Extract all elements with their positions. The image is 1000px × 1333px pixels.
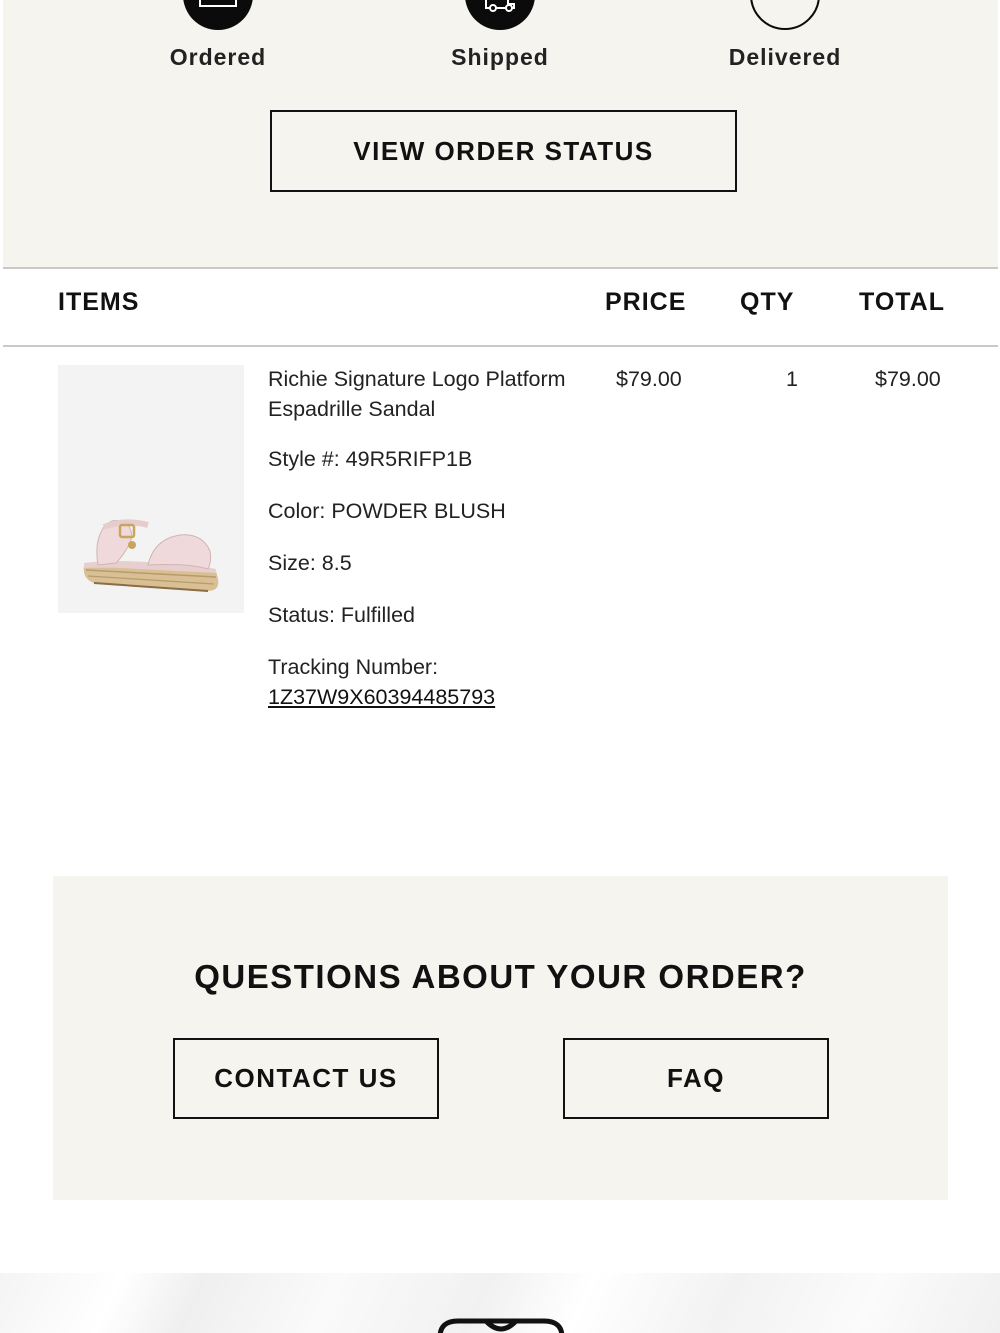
item-total: $79.00 xyxy=(875,367,941,391)
step-label: Shipped xyxy=(451,44,549,70)
divider xyxy=(3,267,998,269)
tracking-label: Tracking Number: xyxy=(268,655,439,679)
faq-button[interactable]: FAQ xyxy=(563,1038,829,1119)
footer-banner xyxy=(0,1273,1000,1333)
sandal-image xyxy=(83,519,219,592)
step-label: Delivered xyxy=(728,44,842,70)
circle-outline-icon xyxy=(750,0,820,30)
contact-us-button[interactable]: CONTACT US xyxy=(173,1038,439,1119)
tracking-number-link[interactable]: 1Z37W9X60394485793 xyxy=(268,682,568,712)
item-details: Richie Signature Logo Platform Espadrill… xyxy=(268,364,568,712)
item-qty: 1 xyxy=(786,367,798,391)
questions-title: QUESTIONS ABOUT YOUR ORDER? xyxy=(194,958,807,995)
divider xyxy=(3,345,998,347)
box-icon xyxy=(183,0,253,30)
product-image[interactable] xyxy=(58,365,244,613)
step-label: Ordered xyxy=(169,44,267,70)
header-total: TOTAL xyxy=(859,288,946,316)
size-value: Size: 8.5 xyxy=(268,551,352,575)
brand-logo-icon[interactable] xyxy=(436,1317,566,1333)
truck-icon xyxy=(465,0,535,30)
order-tracker: Ordered Shipped Delivered VIEW ORDER STA… xyxy=(3,0,998,267)
header-items: ITEMS xyxy=(58,288,140,316)
header-qty: QTY xyxy=(740,288,795,316)
color-value: Color: POWDER BLUSH xyxy=(268,499,506,523)
style-number: Style #: 49R5RIFP1B xyxy=(268,447,473,471)
questions-panel: QUESTIONS ABOUT YOUR ORDER? CONTACT US F… xyxy=(53,876,948,1200)
product-name[interactable]: Richie Signature Logo Platform Espadrill… xyxy=(268,364,568,424)
status-value: Status: Fulfilled xyxy=(268,603,415,627)
header-price: PRICE xyxy=(605,288,687,316)
view-order-status-button[interactable]: VIEW ORDER STATUS xyxy=(270,110,737,192)
item-price: $79.00 xyxy=(616,367,682,391)
